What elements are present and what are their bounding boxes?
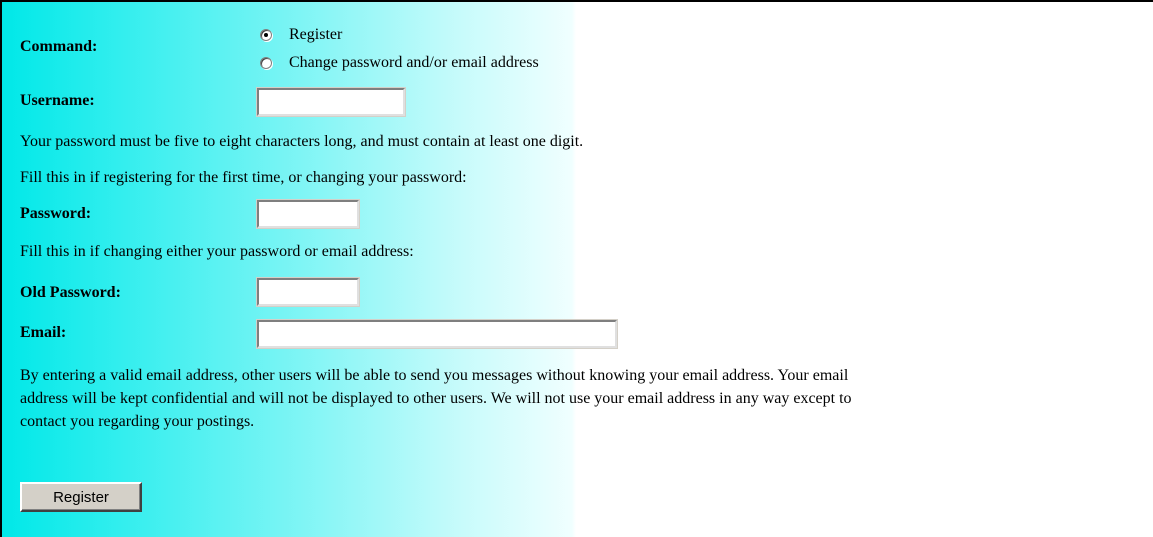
password-label: Password: (20, 205, 92, 222)
registration-form-panel: Command: Register Change password and/or… (0, 0, 1153, 537)
old-password-hint-text: Fill this in if changing either your pas… (20, 243, 414, 260)
email-privacy-note: By entering a valid email address, other… (20, 367, 852, 430)
radio-option-register[interactable]: Register (260, 26, 342, 44)
password-rule-text: Your password must be five to eight char… (20, 133, 584, 150)
password-input[interactable] (256, 199, 360, 229)
username-label: Username: (20, 92, 95, 109)
change-password-radio-button[interactable] (260, 57, 272, 69)
radio-option-change-password[interactable]: Change password and/or email address (260, 54, 539, 72)
old-password-input[interactable] (256, 277, 360, 307)
username-input[interactable] (256, 87, 406, 117)
register-radio-label[interactable]: Register (289, 26, 342, 44)
register-submit-button[interactable]: Register (20, 482, 142, 512)
email-label: Email: (20, 324, 67, 341)
command-label: Command: (20, 38, 98, 55)
password-hint-text: Fill this in if registering for the firs… (20, 169, 467, 186)
old-password-label: Old Password: (20, 284, 121, 301)
email-input[interactable] (256, 319, 618, 349)
change-password-radio-label[interactable]: Change password and/or email address (289, 54, 539, 72)
register-radio-button[interactable] (260, 29, 272, 41)
